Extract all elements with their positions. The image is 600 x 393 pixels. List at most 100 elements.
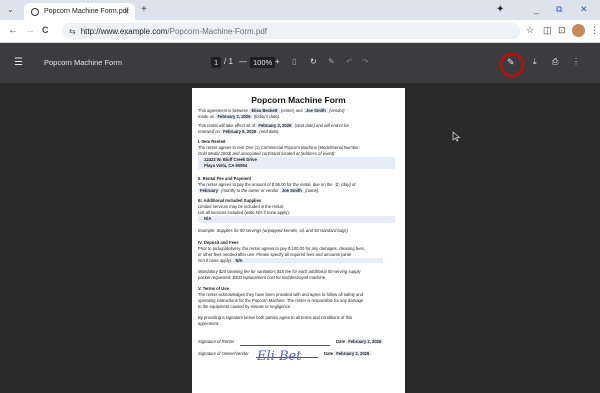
- renter-date-line: Date February 2, 2026: [336, 339, 400, 345]
- url-path: /Popcorn-Machine-Form.pdf: [167, 26, 267, 36]
- text: The renter agrees to rent One (1) Commer…: [198, 145, 360, 150]
- download-icon[interactable]: ⤓: [533, 57, 537, 67]
- owner-date-line: Date February 2, 2026: [324, 351, 400, 357]
- form-title: Popcorn Machine Form: [251, 95, 346, 105]
- split-view-icon[interactable]: ⊡: [558, 25, 566, 36]
- owner-date-field[interactable]: February 2, 2026: [334, 351, 372, 356]
- text: (day) of: [341, 182, 356, 187]
- profile-avatar[interactable]: [572, 24, 585, 37]
- start-date-field[interactable]: February 2, 2026: [256, 123, 294, 128]
- made-on-field[interactable]: February 2, 2026: [215, 114, 253, 119]
- more-actions-icon[interactable]: ⋮: [572, 57, 580, 66]
- forward-button[interactable]: →: [25, 25, 35, 36]
- text: Limited services may be included in the …: [198, 204, 284, 209]
- fee-line: The renter agrees to pay the amount of $…: [198, 182, 400, 188]
- address-bar[interactable]: ⇆ http://www.example.com/Popcorn-Machine…: [62, 23, 520, 39]
- redo-icon[interactable]: ↷: [362, 57, 369, 66]
- tab-title: Popcorn Machine Form.pdf: [44, 8, 129, 15]
- text: The renter acknowledges they have been p…: [198, 292, 364, 297]
- section-terms: V. Terms of Use: [198, 286, 229, 291]
- text: List all services included (write N/A if…: [198, 210, 290, 215]
- services-value: N/A: [204, 216, 212, 221]
- text: Prior to pickup/delivery, the renter agr…: [198, 246, 365, 251]
- browser-toolbar: ← → C ⇆ http://www.example.com/Popcorn-M…: [0, 20, 600, 43]
- due-month-field[interactable]: February: [198, 188, 220, 193]
- pdf-page: Popcorn Machine Form This agreement is b…: [192, 88, 405, 393]
- reload-button[interactable]: C: [42, 25, 49, 35]
- close-window-button[interactable]: ✕: [580, 4, 588, 15]
- text: (month) to the owner or vendor: [221, 188, 279, 193]
- maximize-button[interactable]: ⧉: [556, 4, 562, 15]
- address-line-1: 12422 W. Bluff Creek Drive: [204, 157, 257, 162]
- address-line-2: Playa Vista, CA 90094: [204, 163, 248, 168]
- due-day-field[interactable]: 2: [333, 182, 341, 187]
- supplies-example: Example: Supplies for 50 servings (unpop…: [198, 228, 348, 233]
- renter-signature-line: [240, 345, 330, 346]
- draw-icon[interactable]: ✎: [328, 57, 335, 66]
- renter-name-field[interactable]: Elisa Beckett: [249, 108, 280, 113]
- date-label: Date: [324, 351, 334, 356]
- effective-line: This rental will take effect as of Febru…: [198, 123, 400, 129]
- tab-search-icon[interactable]: ⌄: [7, 5, 14, 14]
- tab-strip: ⌄ Popcorn Machine Form.pdf × + ✦ _ ⧉ ✕: [0, 0, 600, 20]
- text: By providing a signature below both part…: [198, 315, 353, 320]
- date-label: Date: [336, 339, 346, 344]
- rotate-icon[interactable]: ↻: [310, 57, 317, 66]
- renter-date-field[interactable]: February 2, 2026: [346, 339, 384, 344]
- fees-line: N/A if none apply): N/A: [198, 258, 400, 264]
- end-date-field[interactable]: February 6, 2026: [221, 129, 259, 134]
- back-button[interactable]: ←: [8, 25, 18, 36]
- undo-icon[interactable]: ↶: [346, 57, 353, 66]
- section-deposit: IV. Deposit and Fees: [198, 240, 239, 245]
- zoom-in-button[interactable]: +: [275, 57, 280, 66]
- text: (renter) and: [280, 108, 303, 113]
- section-supplies: III. Additional Included Supplies: [198, 198, 262, 203]
- hamburger-menu-icon[interactable]: ☰: [14, 57, 23, 68]
- fees-field[interactable]: N/A: [233, 258, 383, 263]
- text: (today's date).: [253, 114, 281, 119]
- renewal-line: renewed on February 6, 2026 (end date).: [198, 129, 400, 135]
- tab-close-button[interactable]: ×: [124, 7, 129, 16]
- text: made on: [198, 114, 215, 119]
- text: This rental will take effect as of: [198, 123, 256, 128]
- pdf-title: Popcorn Machine Form: [44, 58, 122, 67]
- text: or other fees needed after use. Please s…: [198, 252, 352, 257]
- text: operating instructions for the Popcorn M…: [198, 298, 364, 303]
- text: agreement.: [198, 321, 220, 326]
- tab-popcorn-form[interactable]: Popcorn Machine Form.pdf ×: [24, 3, 135, 20]
- site-info-icon[interactable]: ⇆: [69, 27, 76, 36]
- fit-page-icon[interactable]: ▯: [292, 57, 296, 66]
- sidebar-icon[interactable]: ◫: [543, 25, 552, 36]
- text: Gold Medal 2003) and associated cart/sta…: [198, 151, 336, 156]
- agreement-line: This agreement is between Elisa Beckett …: [198, 108, 400, 114]
- extensions-sparkle-icon[interactable]: ✦: [496, 4, 504, 15]
- browser-menu-icon[interactable]: ⋮: [590, 25, 599, 36]
- text: N/A if none apply):: [198, 258, 233, 263]
- text: The renter agrees to pay the amount of $…: [198, 182, 333, 187]
- new-tab-button[interactable]: +: [141, 4, 147, 15]
- minimize-button[interactable]: _: [534, 4, 539, 14]
- print-icon[interactable]: ⎙: [552, 57, 558, 67]
- payee-field[interactable]: Joe Smith: [279, 188, 304, 193]
- globe-icon: [31, 7, 39, 16]
- fees-example-2: packet requested; $300 replacement cost …: [198, 275, 327, 280]
- highlight-ring: [500, 53, 524, 77]
- text: (start date) and will end or be: [294, 123, 349, 128]
- zoom-out-button[interactable]: —: [239, 57, 247, 66]
- vendor-name-field[interactable]: Joe Smith: [303, 108, 328, 113]
- text: (name).: [304, 188, 320, 193]
- section-rental-fee: II. Rental Fee and Payment: [198, 176, 252, 181]
- fees-example-1: Mandatory $20 cleaning fee for sanitatio…: [198, 269, 361, 274]
- section-item-rented: I. Item Rented: [198, 139, 226, 144]
- page-total: / 1: [224, 57, 233, 66]
- text: (end date).: [259, 129, 280, 134]
- mouse-cursor-icon: [452, 131, 461, 142]
- bookmark-star-icon[interactable]: ☆: [526, 25, 534, 36]
- renter-signature[interactable]: Eli Bet: [257, 349, 301, 364]
- zoom-level-input[interactable]: 100%: [250, 57, 276, 68]
- text: (vendor): [328, 108, 345, 113]
- made-on-line: made on February 2, 2026 (today's date).: [198, 114, 400, 120]
- page-number-input[interactable]: 1: [211, 57, 222, 68]
- text: This agreement is between: [198, 108, 249, 113]
- url-host: http://www.example.com: [80, 26, 168, 36]
